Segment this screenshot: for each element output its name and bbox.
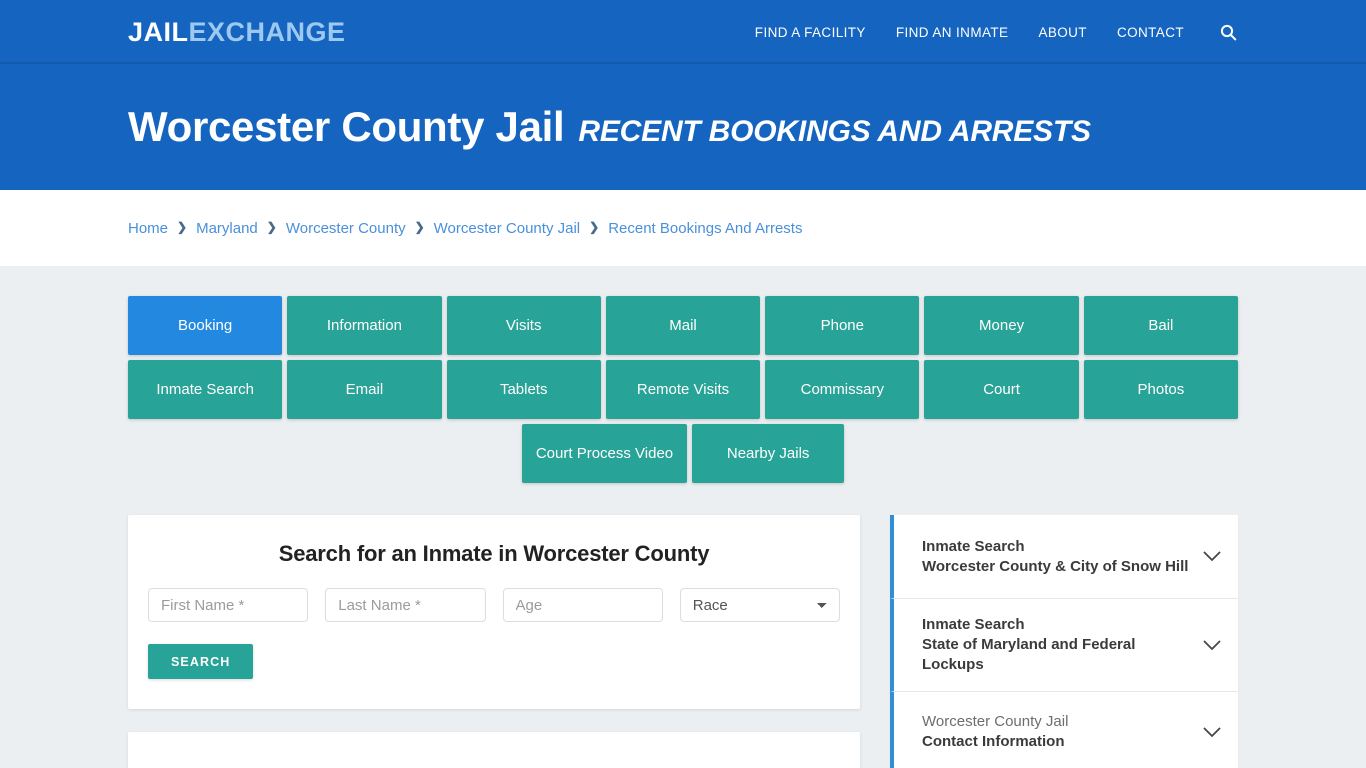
nav-item-about[interactable]: ABOUT (1038, 25, 1087, 40)
tab-remote-visits[interactable]: Remote Visits (605, 360, 761, 419)
breadcrumb-item-current: Recent Bookings And Arrests (608, 219, 803, 237)
accordion-item-contact-information[interactable]: Worcester County Jail Contact Informatio… (890, 692, 1238, 768)
main-content: Booking Information Visits Mail Phone Mo… (0, 266, 1366, 768)
breadcrumb: Home ❯ Maryland ❯ Worcester County ❯ Wor… (0, 220, 802, 237)
logo-text-secondary: EXCHANGE (188, 17, 346, 47)
content-columns: Search for an Inmate in Worcester County… (128, 515, 1238, 768)
race-select[interactable]: Race (679, 588, 840, 622)
tab-booking[interactable]: Booking (128, 296, 283, 355)
breadcrumb-separator-icon: ❯ (177, 220, 188, 234)
breadcrumb-item-worcester-county-jail[interactable]: Worcester County Jail (434, 220, 580, 237)
accordion-title-line2: Contact Information (922, 733, 1065, 750)
left-column: Search for an Inmate in Worcester County… (128, 515, 860, 768)
tab-phone[interactable]: Phone (765, 296, 920, 355)
nav-item-find-a-facility[interactable]: FIND A FACILITY (755, 25, 866, 40)
accordion-item-inmate-search-county[interactable]: Inmate Search Worcester County & City of… (890, 515, 1238, 599)
right-sidebar: Inmate Search Worcester County & City of… (890, 515, 1238, 768)
logo-text-primary: JAIL (128, 17, 189, 47)
breadcrumb-separator-icon: ❯ (414, 220, 425, 234)
tab-money[interactable]: Money (924, 296, 1079, 355)
nav-item-contact[interactable]: CONTACT (1117, 25, 1184, 40)
breadcrumb-bar: Home ❯ Maryland ❯ Worcester County ❯ Wor… (0, 190, 1366, 266)
chevron-down-icon[interactable] (1202, 722, 1222, 742)
accordion-title-line2: State of Maryland and Federal Lockups (922, 636, 1136, 673)
tab-information[interactable]: Information (287, 296, 442, 355)
site-logo[interactable]: JAILEXCHANGE (128, 18, 346, 46)
breadcrumb-separator-icon: ❯ (266, 220, 277, 234)
page-header-banner: Worcester County Jail RECENT BOOKINGS AN… (0, 64, 1366, 190)
inmate-search-card: Search for an Inmate in Worcester County… (128, 515, 860, 709)
tab-email[interactable]: Email (287, 360, 442, 419)
nav-item-find-an-inmate[interactable]: FIND AN INMATE (896, 25, 1009, 40)
accordion-title-line1: Worcester County Jail (922, 713, 1069, 730)
tab-photos[interactable]: Photos (1083, 360, 1238, 419)
tab-nearby-jails[interactable]: Nearby Jails (692, 424, 845, 483)
first-name-input[interactable] (148, 588, 309, 622)
inmate-search-heading: Search for an Inmate in Worcester County (278, 541, 710, 566)
accordion-item-inmate-search-state[interactable]: Inmate Search State of Maryland and Fede… (890, 599, 1238, 692)
search-submit-button[interactable]: SEARCH (148, 644, 254, 679)
accordion-title-line1: Inmate Search (922, 537, 1025, 555)
search-icon[interactable] (1218, 22, 1238, 42)
page-title: Worcester County Jail (128, 103, 565, 150)
top-navigation-bar: JAILEXCHANGE FIND A FACILITY FIND AN INM… (0, 0, 1366, 64)
sidebar-accordion: Inmate Search Worcester County & City of… (890, 515, 1238, 768)
breadcrumb-item-maryland[interactable]: Maryland (196, 220, 258, 237)
tab-commissary[interactable]: Commissary (765, 360, 920, 419)
chevron-down-icon[interactable] (1202, 635, 1222, 655)
page-root: JAILEXCHANGE FIND A FACILITY FIND AN INM… (0, 0, 1366, 768)
tab-bail[interactable]: Bail (1083, 296, 1238, 355)
breadcrumb-separator-icon: ❯ (589, 220, 600, 234)
facility-tab-grid-row-1: Booking Information Visits Mail Phone Mo… (128, 296, 1238, 355)
last-name-input[interactable] (325, 588, 486, 622)
age-input[interactable] (502, 588, 663, 622)
breadcrumb-item-home[interactable]: Home (128, 220, 168, 237)
faq-card: Frequently Asked Questions about Worcest… (128, 732, 860, 768)
tab-tablets[interactable]: Tablets (446, 360, 601, 419)
inmate-search-fields: Race (148, 588, 840, 622)
facility-tab-grid-row-3: Court Process Video Nearby Jails (128, 424, 1238, 483)
tab-inmate-search[interactable]: Inmate Search (128, 360, 283, 419)
tab-visits[interactable]: Visits (446, 296, 601, 355)
chevron-down-icon[interactable] (1202, 547, 1222, 567)
tab-court-process-video[interactable]: Court Process Video (521, 424, 688, 483)
page-subtitle: RECENT BOOKINGS AND ARRESTS (578, 115, 1091, 148)
accordion-title-line1: Inmate Search (922, 616, 1025, 633)
tab-court[interactable]: Court (924, 360, 1079, 419)
facility-tab-grid-row-2: Inmate Search Email Tablets Remote Visit… (128, 360, 1238, 419)
accordion-title-line2: Worcester County & City of Snow Hill (922, 557, 1189, 575)
tab-mail[interactable]: Mail (605, 296, 761, 355)
faq-heading: Frequently Asked Questions about Worcest… (154, 764, 834, 768)
main-nav: FIND A FACILITY FIND AN INMATE ABOUT CON… (755, 22, 1238, 42)
breadcrumb-item-worcester-county[interactable]: Worcester County (286, 220, 406, 237)
